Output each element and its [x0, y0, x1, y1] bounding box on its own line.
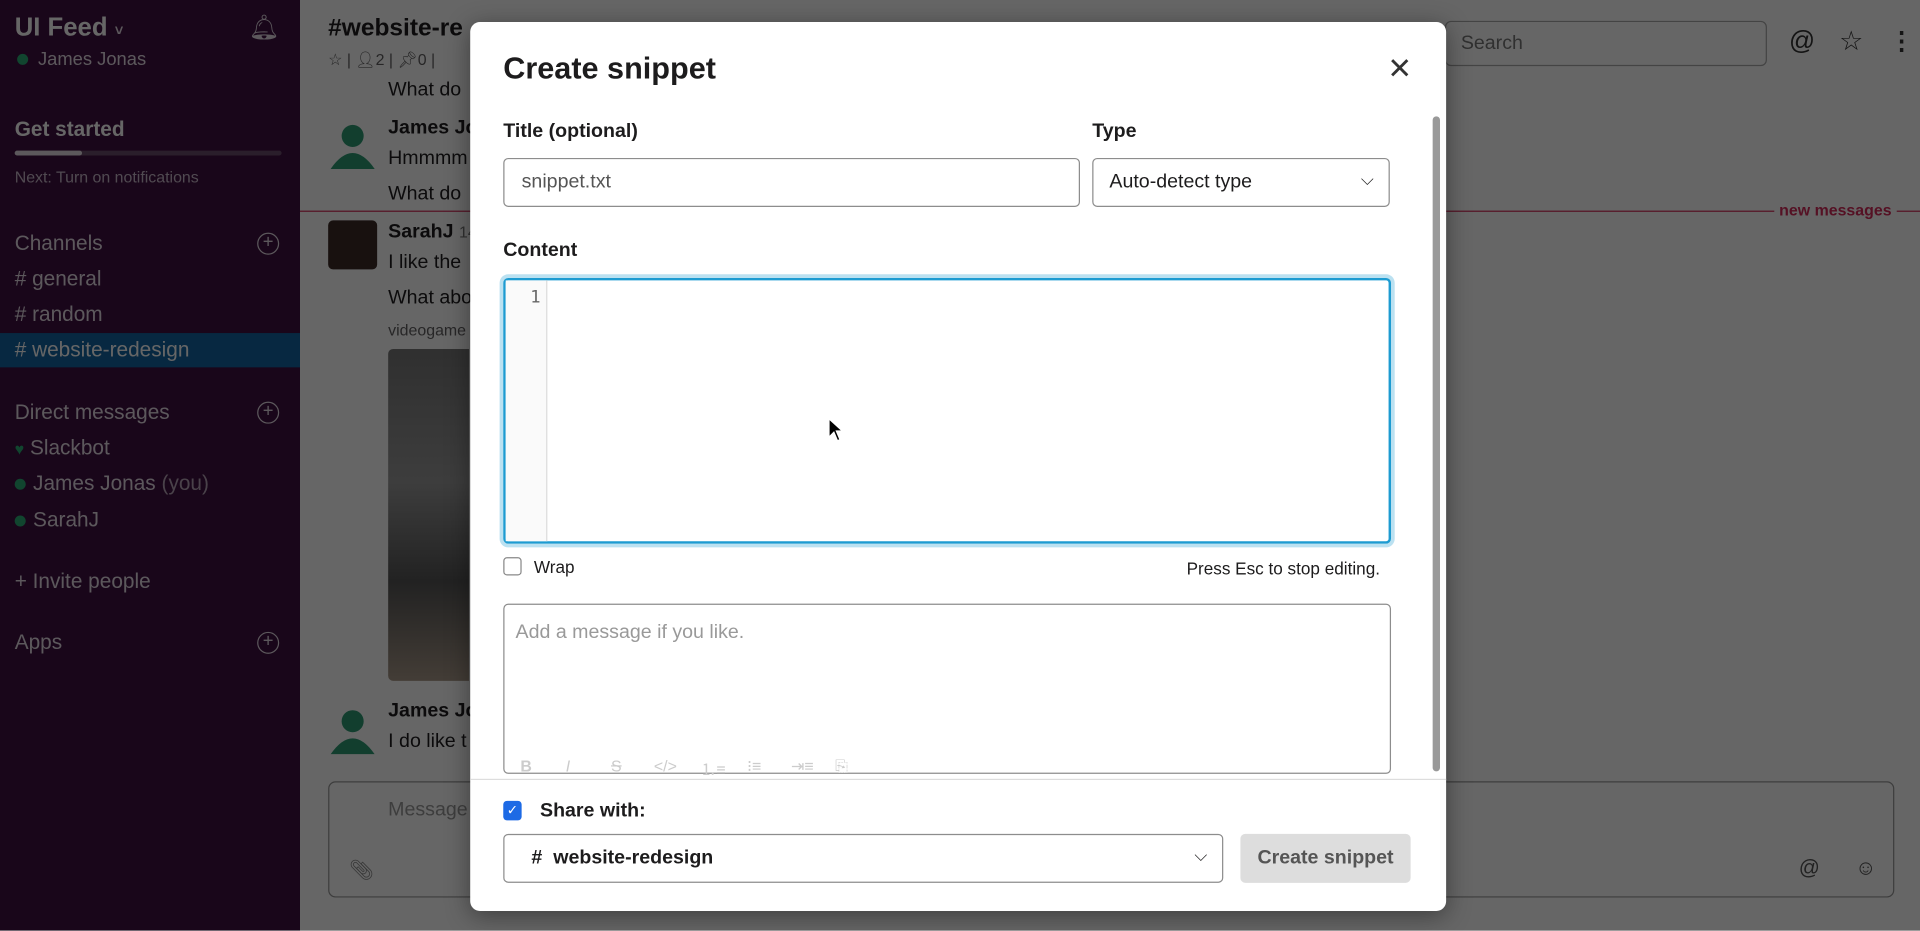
user-name: James Jonas [37, 48, 147, 70]
type-label: Type [1092, 121, 1137, 143]
line-gutter [505, 280, 548, 542]
apps-header[interactable]: Apps [15, 631, 62, 655]
heart-icon: ♥ [14, 439, 25, 458]
more-icon[interactable]: ⋮ [1889, 26, 1913, 57]
message-text: What do [388, 183, 462, 205]
message-author[interactable]: SarahJ 14 [388, 222, 477, 244]
share-channel-select[interactable]: # website-redesign ⌵ [503, 833, 1224, 883]
progress-bar [14, 150, 282, 156]
create-snippet-dialog: Create snippet ✕ Title (optional) snippe… [470, 22, 1447, 912]
status-dot [17, 53, 29, 65]
hash-icon: # [531, 847, 543, 869]
ordered-list-icon[interactable]: ⒈≡ [700, 757, 725, 780]
footer-divider [470, 778, 1447, 781]
mention-icon[interactable]: @ [1799, 856, 1820, 880]
dm-header[interactable]: Direct messages [15, 400, 170, 424]
avatar[interactable] [328, 220, 378, 270]
message-text: What do [388, 79, 462, 101]
message-text: What abo [388, 287, 473, 309]
dm-james-jonas[interactable]: James Jonas (you) [14, 471, 209, 495]
star-icon[interactable]: ☆ [328, 50, 342, 68]
title-input[interactable]: snippet.txt [503, 157, 1081, 207]
esc-hint: Press Esc to stop editing. [1186, 558, 1381, 578]
bulleted-list-icon[interactable]: ⁝≡ [747, 757, 761, 777]
indent-icon[interactable]: ⇥≡ [791, 757, 814, 777]
channel-random[interactable]: # random [15, 302, 103, 326]
mentions-icon[interactable]: @ [1789, 27, 1815, 56]
message-text: I like the [388, 252, 462, 274]
next-step[interactable]: Next: Turn on notifications [15, 168, 199, 186]
chevron-down-icon: ⌵ [1194, 844, 1208, 865]
channel-meta: ☆ | 👤︎2 | 📌︎0 | [328, 50, 436, 69]
bold-icon[interactable]: B [520, 757, 531, 775]
avatar[interactable] [328, 705, 378, 755]
share-checkbox[interactable]: ✓ [503, 800, 522, 821]
pin-icon[interactable]: 📌︎0 [398, 50, 427, 68]
strikethrough-icon[interactable]: S [611, 757, 622, 775]
message-placeholder: Add a message if you like. [515, 622, 745, 643]
attachment-name[interactable]: videogame [388, 321, 466, 339]
emoji-icon[interactable]: ☺ [1855, 856, 1876, 880]
invite-people[interactable]: + Invite people [15, 569, 151, 593]
search-input[interactable]: Search [1444, 20, 1767, 67]
channel-general[interactable]: # general [15, 267, 102, 291]
share-label: Share with: [540, 800, 646, 822]
members-icon[interactable]: 👤︎2 [355, 50, 384, 68]
dm-sarahj[interactable]: SarahJ [14, 508, 99, 532]
channel-website-redesign[interactable]: # website-redesign [0, 333, 301, 368]
channel-title[interactable]: #website-re [328, 15, 463, 43]
code-icon[interactable]: </> [654, 757, 677, 775]
progress-fill [14, 150, 82, 156]
add-app-icon[interactable]: + [257, 631, 280, 654]
title-label: Title (optional) [503, 121, 638, 143]
message-text: Hmmmm [388, 148, 468, 169]
sidebar: UI Feed ˅ 🔔︎ James Jonas Get started Nex… [0, 0, 301, 931]
attach-icon[interactable]: 📎︎ [349, 858, 374, 882]
get-started[interactable]: Get started [15, 118, 125, 142]
wrap-checkbox[interactable] [503, 557, 522, 576]
channels-header[interactable]: Channels [15, 231, 103, 255]
message-text: I do like t [388, 731, 467, 752]
chevron-down-icon: ⌵ [1360, 168, 1374, 189]
composer-placeholder: Message [388, 799, 468, 821]
message-author[interactable]: James Jo [388, 700, 477, 722]
message-input[interactable]: Add a message if you like. [503, 603, 1392, 774]
image-attachment[interactable] [388, 348, 469, 681]
star-icon[interactable]: ☆ [1839, 26, 1863, 58]
bell-icon[interactable]: 🔔︎ [249, 12, 280, 43]
type-select[interactable]: Auto-detect type ⌵ [1092, 157, 1390, 207]
workspace-name: UI Feed [14, 13, 108, 42]
close-icon[interactable]: ✕ [1387, 51, 1412, 87]
code-block-icon[interactable]: ⎘ [835, 757, 848, 777]
new-messages-label: new messages [1774, 200, 1897, 220]
current-user[interactable]: James Jonas [17, 49, 146, 70]
chevron-down-icon: ˅ [114, 22, 124, 40]
line-number: 1 [530, 287, 541, 308]
workspace-menu[interactable]: UI Feed ˅ [15, 13, 124, 42]
dialog-title: Create snippet [503, 51, 716, 86]
add-channel-icon[interactable]: + [257, 232, 280, 255]
dm-slackbot[interactable]: ♥ Slackbot [15, 436, 110, 460]
avatar[interactable] [328, 120, 378, 169]
italic-icon[interactable]: I [566, 757, 570, 775]
create-snippet-button[interactable]: Create snippet [1240, 833, 1411, 883]
add-dm-icon[interactable]: + [257, 401, 280, 424]
wrap-label: Wrap [533, 557, 575, 577]
content-editor[interactable]: 1 [503, 277, 1392, 544]
scrollbar[interactable] [1432, 116, 1441, 772]
content-label: Content [503, 240, 578, 261]
message-author[interactable]: James Jo [388, 118, 477, 140]
